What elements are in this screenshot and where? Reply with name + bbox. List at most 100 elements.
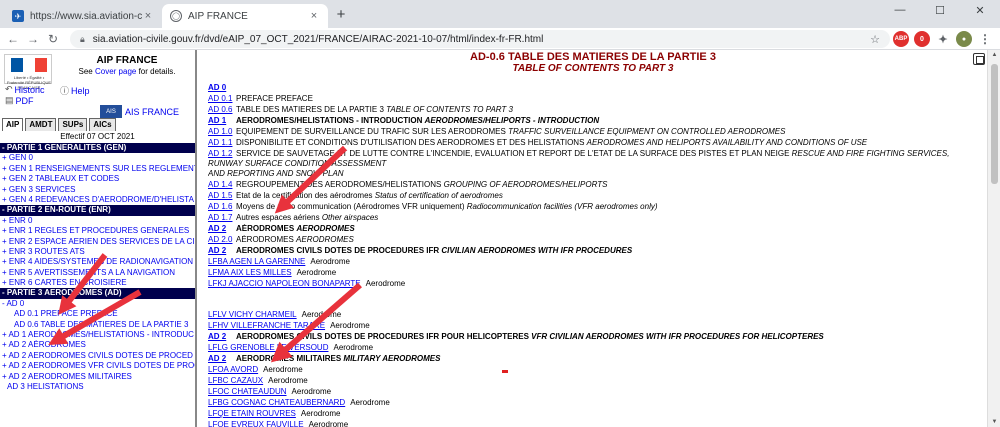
toc-item[interactable]: + ENR 1 REGLES ET PROCEDURES GENERALES [0, 226, 195, 236]
section-code-link[interactable]: AD 1.2 [208, 149, 236, 159]
window-close-icon[interactable]: ✕ [960, 4, 1000, 17]
tab-sups[interactable]: SUPs [58, 118, 88, 131]
scroll-up-icon[interactable]: ▲ [988, 52, 1000, 58]
toc-item[interactable]: + ENR 2 ESPACE AERIEN DES SERVICES DE LA… [0, 237, 195, 247]
expand-frame-button[interactable] [973, 53, 985, 65]
tab-title: https://www.sia.aviation-civile.go [30, 10, 142, 22]
toc-item[interactable]: + AD 2 AERODROMES CIVILS DOTES DE PROCED [0, 351, 195, 361]
section-code-link[interactable]: AD 2 [208, 224, 236, 233]
section-row: AD 2 AERODROMES CIVILS DOTES DE PROCEDURE… [208, 246, 983, 255]
aerodrome-link[interactable]: LFMA AIX LES MILLES [208, 268, 292, 277]
close-icon[interactable]: × [142, 10, 154, 22]
aerodrome-link[interactable]: LFOE EVREUX FAUVILLE [208, 420, 304, 427]
toc-item[interactable]: + AD 2 AÉRODROMES [0, 340, 195, 350]
section-code-link[interactable]: AD 1.1 [208, 138, 236, 147]
profile-avatar[interactable]: ● [956, 31, 972, 47]
historic-link[interactable]: ↶ Historic [5, 84, 45, 95]
left-navigation-frame: Liberté • Égalité • Fraternité RÉPUBLIQU… [0, 50, 197, 427]
scroll-down-icon[interactable]: ▼ [988, 419, 1000, 425]
url-input[interactable]: 🔒︎ sia.aviation-civile.gouv.fr/dvd/eAIP_… [70, 30, 890, 48]
toc-item[interactable]: + GEN 2 TABLEAUX ET CODES [0, 174, 195, 184]
section-code-link[interactable]: AD 1.5 [208, 191, 236, 200]
close-icon[interactable]: × [308, 10, 320, 22]
scrollbar-thumb[interactable] [991, 64, 998, 184]
aerodrome-link[interactable]: LFBC CAZAUX [208, 376, 263, 385]
bookmark-star-icon[interactable]: ☆ [870, 33, 880, 46]
toc-entry-row: AD 1.4 REGROUPEMENT DES AERODROMES/HELIST… [208, 180, 983, 189]
toc-item[interactable]: + AD 1 AERODROMES/HELISTATIONS - INTRODU… [0, 330, 195, 340]
french-title: AERODROMES MILITAIRES [236, 354, 344, 363]
reload-icon[interactable]: ↻ [44, 30, 62, 48]
section-code-link[interactable]: AD 2 [208, 246, 236, 255]
cover-page-link[interactable]: Cover page [95, 67, 136, 76]
toc-item[interactable]: + ENR 3 ROUTES ATS [0, 247, 195, 257]
tab-sia[interactable]: ✈ https://www.sia.aviation-civile.go × [4, 4, 162, 28]
aerodrome-row: LFKJ AJACCIO NAPOLEON BONAPARTE Aerodrome [208, 279, 983, 288]
aerodrome-row: LFBG COGNAC CHATEAUBERNARD Aerodrome [208, 398, 983, 407]
toc-item[interactable]: + GEN 4 REDEVANCES D'AERODROME/D'HELISTA [0, 195, 195, 205]
toc-item[interactable]: - AD 0 [0, 299, 195, 309]
section-code-link[interactable]: AD 0.6 [208, 105, 236, 114]
toc-item[interactable]: + ENR 5 AVERTISSEMENTS A LA NAVIGATION [0, 268, 195, 278]
section-code-link[interactable]: AD 1.6 [208, 202, 236, 211]
pdf-link[interactable]: ▤ PDF [5, 95, 34, 106]
section-code-link[interactable]: AD 2 [208, 354, 236, 363]
toc-entry-row: AD 0.1 PREFACE PREFACE [208, 94, 983, 103]
toc-item[interactable]: AD 0.6 TABLE DES MATIERES DE LA PARTIE 3 [0, 320, 195, 330]
help-icon: ⓘ [60, 86, 70, 96]
section-code-link[interactable]: AD 1.4 [208, 180, 236, 189]
section-code-link[interactable]: AD 0 [208, 83, 236, 92]
toc-item[interactable]: + ENR 6 CARTES EN CROISIERE [0, 278, 195, 288]
page-subtitle: TABLE OF CONTENTS TO PART 3 [512, 63, 674, 74]
toc-item[interactable]: + ENR 4 AIDES/SYSTEMES DE RADIONAVIGATIO… [0, 257, 195, 267]
section-code-link[interactable]: AD 2 [208, 332, 236, 341]
tab-aip-france[interactable]: ◯ AIP FRANCE × [162, 4, 328, 28]
republique-francaise-logo: Liberté • Égalité • Fraternité RÉPUBLIQU… [4, 54, 52, 90]
aerodrome-link[interactable]: LFQE ETAIN ROUVRES [208, 409, 296, 418]
toc-section-header[interactable]: - PARTIE 1 GENERALITES (GEN) [0, 143, 195, 154]
aerodrome-link[interactable]: LFOC CHATEAUDUN [208, 387, 287, 396]
privacy-extension-icon[interactable]: 0 [914, 31, 930, 47]
section-code-link[interactable]: AD 0.1 [208, 94, 236, 103]
tab-aip[interactable]: AIP [2, 118, 24, 131]
toc-tree: - PARTIE 1 GENERALITES (GEN) + GEN 0 + GEN… [0, 143, 195, 392]
aerodrome-link[interactable]: LFBA AGEN LA GARENNE [208, 257, 305, 266]
extensions-puzzle-icon[interactable]: ✦ [935, 31, 951, 47]
maximize-icon[interactable]: ☐ [920, 4, 960, 17]
english-title: AERODROMES [296, 224, 355, 233]
aerodrome-link[interactable]: LFKJ AJACCIO NAPOLEON BONAPARTE [208, 279, 361, 288]
minimize-icon[interactable]: — [880, 4, 920, 16]
section-code-link[interactable]: AD 1 [208, 116, 236, 125]
section-code-link[interactable]: AD 1.7 [208, 213, 236, 222]
toc-entry-row: AD 1.1 DISPONIBILITE ET CONDITIONS D'UTIL… [208, 138, 983, 147]
help-link[interactable]: ⓘ Help [60, 84, 90, 97]
aerodrome-link[interactable]: LFHV VILLEFRANCHE TARARE [208, 321, 325, 330]
tab-aics[interactable]: AICs [89, 118, 116, 131]
toc-item[interactable]: AD 0.1 PREFACE PREFACE [0, 309, 195, 319]
aerodrome-link[interactable]: LFLG GRENOBLE LE VERSOUD [208, 343, 328, 352]
section-code-link[interactable]: AD 2.0 [208, 235, 236, 244]
new-tab-button[interactable]: + [333, 7, 349, 23]
content-scrollbar[interactable]: ▲ ▼ [987, 50, 1000, 427]
adblock-extension-icon[interactable]: ABP [893, 31, 909, 47]
toc-item[interactable]: + GEN 1 RENSEIGNEMENTS SUR LES REGLEMENT [0, 164, 195, 174]
toc-item[interactable]: + GEN 3 SERVICES [0, 185, 195, 195]
aerodrome-link[interactable]: LFBG COGNAC CHATEAUBERNARD [208, 398, 345, 407]
aerodrome-link[interactable]: LFLV VICHY CHARMEIL [208, 310, 297, 319]
toc-item[interactable]: + AD 2 AERODROMES VFR CIVILS DOTES DE PR… [0, 361, 195, 371]
menu-kebab-icon[interactable]: ⋮ [977, 31, 993, 47]
ais-france-link[interactable]: AIS AIS FRANCE [100, 105, 179, 118]
tab-amdt[interactable]: AMDT [25, 118, 57, 131]
back-icon[interactable]: ← [4, 30, 22, 48]
effective-date: Effectif 07 OCT 2021 [60, 132, 135, 141]
url-text: sia.aviation-civile.gouv.fr/dvd/eAIP_07_… [92, 33, 544, 45]
aerodrome-link[interactable]: LFOA AVORD [208, 365, 258, 374]
toc-section-header[interactable]: - PARTIE 2 EN-ROUTE (ENR) [0, 205, 195, 216]
toc-item[interactable]: AD 3 HELISTATIONS [0, 382, 195, 392]
toc-section-header[interactable]: - PARTIE 3 AERODROMES (AD) [0, 288, 195, 299]
toc-item[interactable]: + ENR 0 [0, 216, 195, 226]
toc-item[interactable]: + GEN 0 [0, 153, 195, 163]
forward-icon[interactable]: → [24, 30, 42, 48]
toc-item[interactable]: + AD 2 AERODROMES MILITAIRES [0, 372, 195, 382]
section-code-link[interactable]: AD 1.0 [208, 127, 236, 136]
